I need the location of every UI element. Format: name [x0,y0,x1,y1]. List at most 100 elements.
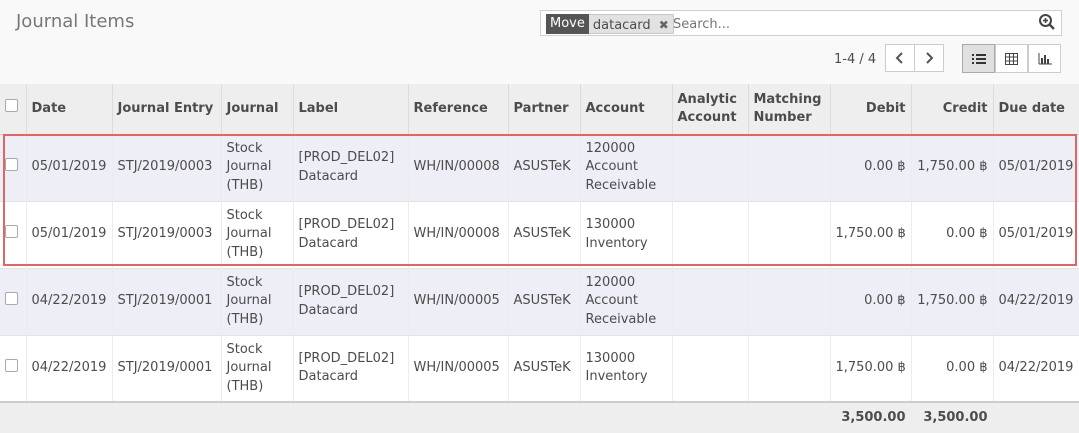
cell-credit: 1,750.00 ฿ [911,268,994,335]
cell-partner: ASUSTeK [508,134,581,201]
cell-matching-number [748,134,831,201]
journal-line: Journal [226,360,272,375]
search-icon[interactable] [1038,13,1056,31]
column-header-reference[interactable]: Reference [408,84,509,135]
search-bar[interactable]: Move datacard ✖ [540,10,1062,36]
cell-analytic-account [672,134,749,201]
journal-line: Stock [226,341,263,357]
chevron-right-icon [926,52,934,64]
row-checkbox[interactable] [5,358,18,372]
cell-partner: ASUSTeK [508,201,581,268]
column-header-date[interactable]: Date [26,84,113,135]
cell-date: 04/22/2019 [26,335,113,402]
account-line: 120000 [585,140,636,156]
cell-due-date: 05/01/2019 [993,134,1079,201]
column-header-journal[interactable]: Journal [221,84,294,135]
pager-value[interactable]: 1-4 / 4 [834,52,876,67]
cell-due-date: 04/22/2019 [993,335,1079,402]
cell-account: 120000 Account Receivable [580,268,673,335]
label-line: [PROD_DEL02] [298,150,395,165]
column-header-due-date[interactable]: Due date [993,84,1079,135]
cell-journal-entry: STJ/2019/0003 [112,134,222,201]
account-line: 120000 [585,274,636,290]
cell-analytic-account [672,335,749,402]
header-line: Number [753,109,812,125]
row-checkbox[interactable] [5,224,18,238]
cell-journal: Stock Journal (THB) [221,335,294,402]
column-header-journal-entry[interactable]: Journal Entry [112,84,222,135]
column-header-partner[interactable]: Partner [508,84,581,135]
search-facet: Move datacard ✖ [546,14,674,34]
facet-remove-icon[interactable]: ✖ [659,18,669,32]
cell-debit: 1,750.00 ฿ [830,335,912,402]
journal-line: Journal [226,293,272,309]
label-line: Datacard [298,302,359,318]
list-view-button[interactable] [962,44,995,73]
facet-value: datacard ✖ [588,14,674,34]
label-line: Datacard [298,168,359,184]
total-credit: 3,500.00 [911,402,994,433]
cell-journal: Stock Journal (THB) [221,134,294,201]
row-checkbox[interactable] [5,291,18,305]
facet-value-text: datacard [592,18,651,33]
cell-journal-entry: STJ/2019/0001 [112,335,222,402]
cell-reference: WH/IN/00008 [408,134,509,201]
row-checkbox[interactable] [5,157,18,171]
journal-line: Journal [226,159,272,175]
column-header-credit[interactable]: Credit [911,84,994,135]
cell-label: [PROD_DEL02] Datacard [293,201,409,268]
journal-line: Stock [226,207,263,223]
cell-label: [PROD_DEL02] Datacard [293,134,409,201]
total-debit: 3,500.00 [830,402,912,433]
header-line: Matching [753,91,822,107]
row-select-cell[interactable] [0,335,27,402]
table-row[interactable]: 04/22/2019 STJ/2019/0001 Stock Journal (THB)… [0,268,1079,335]
search-input[interactable] [671,13,1025,35]
table-row[interactable]: 05/01/2019 STJ/2019/0003 Stock Journal (THB)… [0,201,1079,268]
pager-next-button[interactable] [914,44,944,72]
account-line: Receivable [585,311,657,327]
bar-chart-icon [1038,52,1052,64]
journal-line: Journal [226,226,272,242]
cell-reference: WH/IN/00005 [408,268,509,335]
select-all-header[interactable] [0,84,27,135]
pivot-view-button[interactable] [995,44,1028,73]
journal-line: (THB) [226,378,264,394]
cell-partner: ASUSTeK [508,335,581,402]
cell-debit: 0.00 ฿ [830,134,912,201]
pager-previous-button[interactable] [885,44,915,72]
cell-credit: 1,750.00 ฿ [911,134,994,201]
cell-analytic-account [672,268,749,335]
chevron-left-icon [895,52,903,64]
label-line: [PROD_DEL02] [298,350,395,366]
table-row[interactable]: 05/01/2019 STJ/2019/0003 Stock Journal (THB)… [0,134,1079,201]
column-header-debit[interactable]: Debit [830,84,912,135]
cell-debit: 1,750.00 ฿ [830,201,912,268]
row-select-cell[interactable] [0,201,27,268]
cell-label: [PROD_DEL02] Datacard [293,335,409,402]
table-row[interactable]: 04/22/2019 STJ/2019/0001 Stock Journal (THB)… [0,335,1079,402]
account-line: Inventory [585,369,648,385]
column-header-account[interactable]: Account [580,84,673,135]
cell-date: 04/22/2019 [26,268,113,335]
column-header-analytic-account[interactable]: Analytic Account [672,84,749,135]
row-select-cell[interactable] [0,134,27,201]
journal-line: Stock [226,274,263,290]
cell-journal-entry: STJ/2019/0001 [112,268,222,335]
cell-debit: 0.00 ฿ [830,268,912,335]
cell-credit: 0.00 ฿ [911,335,994,402]
cell-partner: ASUSTeK [508,268,581,335]
row-select-cell[interactable] [0,268,27,335]
cell-account: 120000 Account Receivable [580,134,673,201]
column-header-label[interactable]: Label [293,84,409,135]
journal-line: (THB) [226,311,264,327]
header-line: Account [677,109,737,125]
journal-line: (THB) [226,244,264,260]
column-header-matching-number[interactable]: Matching Number [748,84,831,135]
cell-journal: Stock Journal (THB) [221,268,294,335]
cell-due-date: 04/22/2019 [993,268,1079,335]
cell-date: 05/01/2019 [26,134,113,201]
cell-due-date: 05/01/2019 [993,201,1079,268]
graph-view-button[interactable] [1028,44,1061,73]
select-all-checkbox[interactable] [5,99,18,113]
